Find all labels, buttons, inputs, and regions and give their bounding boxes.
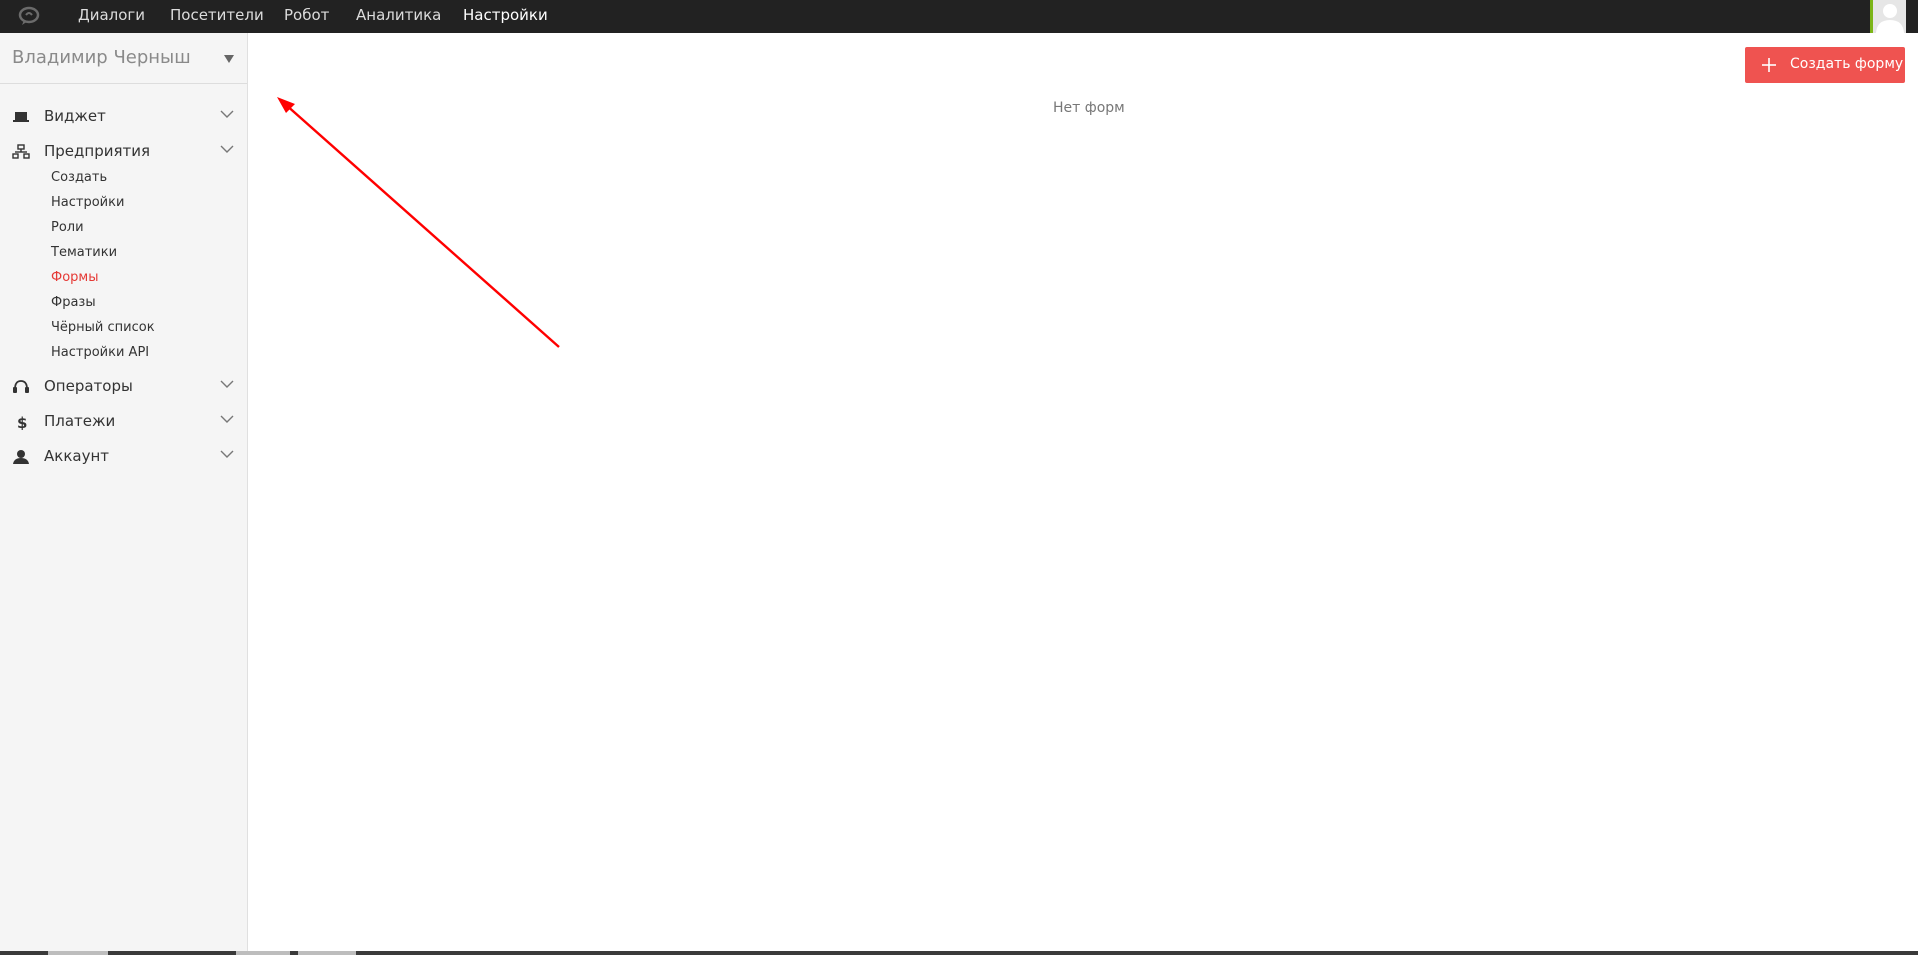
nav-visitors[interactable]: Посетители [170,0,264,30]
top-navigation-bar: Диалоги Посетители Робот Аналитика Настр… [0,0,1918,33]
laptop-icon [13,112,29,122]
svg-text:$: $ [17,414,27,430]
sidebar-section-label: Аккаунт [44,447,109,465]
plus-icon [1762,58,1776,72]
strip-segment [48,951,108,955]
user-icon [13,450,29,464]
caret-down-icon[interactable] [224,55,234,63]
dollar-icon: $ [17,414,27,430]
chat-bubble-logo-icon[interactable] [18,6,40,26]
sidebar-section-label: Операторы [44,377,133,395]
headset-icon [13,380,29,393]
sidebar-item-create[interactable]: Создать [51,167,107,189]
sidebar-section-widget[interactable]: Виджет [0,103,247,133]
sidebar-section-operators[interactable]: Операторы [0,373,247,403]
user-name[interactable]: Владимир Черныш [12,47,191,68]
nav-analytics[interactable]: Аналитика [356,0,441,30]
chevron-down-icon [220,145,234,153]
chevron-down-icon [220,380,234,388]
sidebar-item-forms[interactable]: Формы [51,267,98,289]
chevron-down-icon [220,110,234,118]
nav-dialogs[interactable]: Диалоги [78,0,145,30]
sidebar-section-label: Виджет [44,107,106,125]
sidebar-section-payments[interactable]: $ Платежи [0,408,247,438]
sidebar: Владимир Черныш Виджет Предприятия Созда… [0,33,248,951]
sidebar-item-phrases[interactable]: Фразы [51,292,96,314]
sidebar-item-api-settings[interactable]: Настройки API [51,342,149,364]
chevron-down-icon [220,415,234,423]
user-menu[interactable]: Владимир Черныш [0,33,247,84]
empty-state-text: Нет форм [1053,100,1125,116]
strip-segment [298,951,356,955]
bottom-scroll-strip [0,951,1918,955]
sidebar-item-settings[interactable]: Настройки [51,192,124,214]
strip-segment [236,951,290,955]
create-form-button-label: Создать форму [1790,56,1904,72]
nav-settings[interactable]: Настройки [463,0,548,30]
sitemap-icon [12,144,30,159]
sidebar-section-label: Платежи [44,412,116,430]
sidebar-section-label: Предприятия [44,142,151,160]
sidebar-section-enterprises[interactable]: Предприятия [0,138,247,168]
annotation-arrow [277,97,560,348]
user-avatar-icon[interactable] [1870,0,1906,33]
sidebar-item-roles[interactable]: Роли [51,217,84,239]
chevron-down-icon [220,450,234,458]
create-form-button[interactable]: Создать форму [1745,47,1905,83]
sidebar-item-topics[interactable]: Тематики [51,242,117,264]
nav-robot[interactable]: Робот [284,0,329,30]
sidebar-item-blacklist[interactable]: Чёрный список [51,317,155,339]
sidebar-section-account[interactable]: Аккаунт [0,443,247,473]
